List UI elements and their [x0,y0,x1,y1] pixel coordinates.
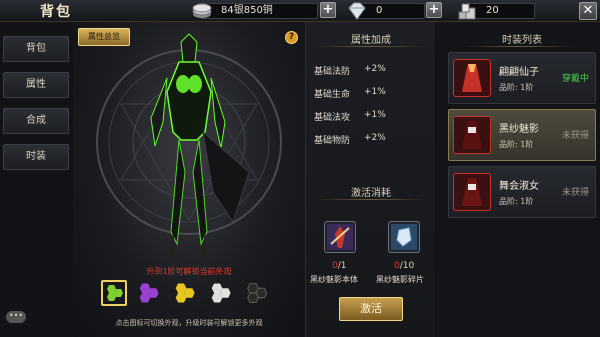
add-silver-button[interactable]: + [320,2,336,18]
material-fragment-slot[interactable] [388,221,420,253]
close-button[interactable]: ✕ [579,2,597,20]
third-currency-counter: 20 [458,3,535,20]
hexagon-icon [175,283,195,303]
attribute-overview-button[interactable]: 属性总览 [78,28,130,46]
help-icon[interactable]: ? [285,31,298,44]
dress-icon [462,178,482,206]
page-title: 背包 [40,4,72,20]
stat-row: 基础法防 +2% [314,64,386,77]
fashion-thumbnail [453,116,491,154]
material-need: /1 [337,261,347,271]
stat-value: +2% [364,133,386,143]
stat-name: 基础法攻 [314,113,351,123]
variant-purple[interactable] [135,280,161,306]
stat-row: 基础物防 +2% [314,133,386,146]
fashion-thumbnail [453,173,491,211]
activation-cost-title: 激活消耗 [351,188,391,199]
chat-icon[interactable]: ••• [6,311,26,323]
fashion-list-title: 时装列表 [502,35,542,46]
attribute-panel: 属性加成 基础法防 +2% 基础生命 +1% 基础法攻 +1% 基础物防 +2%… [305,22,435,337]
fashion-body-icon [327,224,353,250]
material-need: /10 [399,261,415,271]
close-icon: ✕ [582,3,594,18]
fashion-status: 未获得 [561,188,589,198]
silver-value: 84银850铜 [221,5,273,16]
fashion-list: 时装列表 翩翩仙子 品阶: 1阶 穿戴中 黑纱魅影 品阶: 1阶 未获得 舞会淑… [436,22,600,337]
dress-icon [462,121,482,149]
divider [316,46,426,47]
sidebar: 背包 属性 合成 时装 ••• [0,22,73,337]
hexagon-icon [107,285,123,301]
third-currency-value: 20 [486,5,499,16]
variant-yellow[interactable] [171,280,197,306]
sidebar-item-fashion[interactable]: 时装 [3,144,69,170]
stat-name: 基础物防 [314,136,351,146]
variant-black[interactable] [243,280,269,306]
fragment-icon [391,224,417,250]
sidebar-item-synthesis[interactable]: 合成 [3,108,69,134]
unlock-hint: 升到1阶可解锁当前外观 [146,267,232,276]
fashion-item[interactable]: 翩翩仙子 品阶: 1阶 穿戴中 [448,52,596,104]
variant-green[interactable] [101,280,127,306]
material-body-slot[interactable] [324,221,356,253]
fashion-status: 穿戴中 [561,74,589,84]
diamond-value: 0 [376,5,383,16]
material-body-count: 0/1 [332,261,347,271]
material-body-name: 黑纱魅影本体 [310,275,358,284]
character-preview: 属性总览 ? 升到1阶可解锁当前外观 点击图标可切换外观，升级时装可解锁更多外观 [73,22,305,337]
divider [316,199,426,200]
fashion-grade: 品阶: 1阶 [499,83,534,92]
stat-value: +2% [364,64,386,74]
hexagon-icon [139,283,159,303]
sidebar-item-bag[interactable]: 背包 [3,36,69,62]
switch-hint: 点击图标可切换外观，升级时装可解锁更多外观 [115,319,263,327]
add-diamond-button[interactable]: + [426,2,442,18]
material-fragment-name: 黑纱魅影碎片 [376,275,424,284]
fashion-item[interactable]: 舞会淑女 品阶: 1阶 未获得 [448,166,596,218]
material-fragment-count: 0/10 [394,261,414,271]
fashion-name: 翩翩仙子 [499,67,539,78]
diamond-icon [348,2,366,20]
stat-name: 基础法防 [314,67,351,77]
fashion-name: 黑纱魅影 [499,124,539,135]
fashion-item[interactable]: 黑纱魅影 品阶: 1阶 未获得 [448,109,596,161]
silver-coin-icon [192,3,212,18]
activate-button[interactable]: 激活 [339,297,403,321]
attribute-bonus-title: 属性加成 [351,35,391,46]
stat-value: +1% [364,110,386,120]
fashion-name: 舞会淑女 [499,181,539,192]
dress-icon [462,64,482,92]
coin-stack-icon [458,3,476,20]
stat-row: 基础生命 +1% [314,87,386,100]
stat-name: 基础生命 [314,90,351,100]
top-bar: 背包 84银850铜 + 0 + 20 ✕ [0,0,600,22]
hexagon-icon [211,283,231,303]
variant-white[interactable] [207,280,233,306]
divider [464,46,574,47]
silver-counter: 84银850铜 [192,3,318,19]
stat-value: +1% [364,87,386,97]
diamond-counter: 0 [348,2,425,20]
fashion-grade: 品阶: 1阶 [499,197,534,206]
sidebar-item-attributes[interactable]: 属性 [3,72,69,98]
fashion-status: 未获得 [561,131,589,141]
hexagon-icon [247,282,268,304]
fashion-grade: 品阶: 1阶 [499,140,534,149]
fashion-thumbnail [453,59,491,97]
stat-row: 基础法攻 +1% [314,110,386,123]
